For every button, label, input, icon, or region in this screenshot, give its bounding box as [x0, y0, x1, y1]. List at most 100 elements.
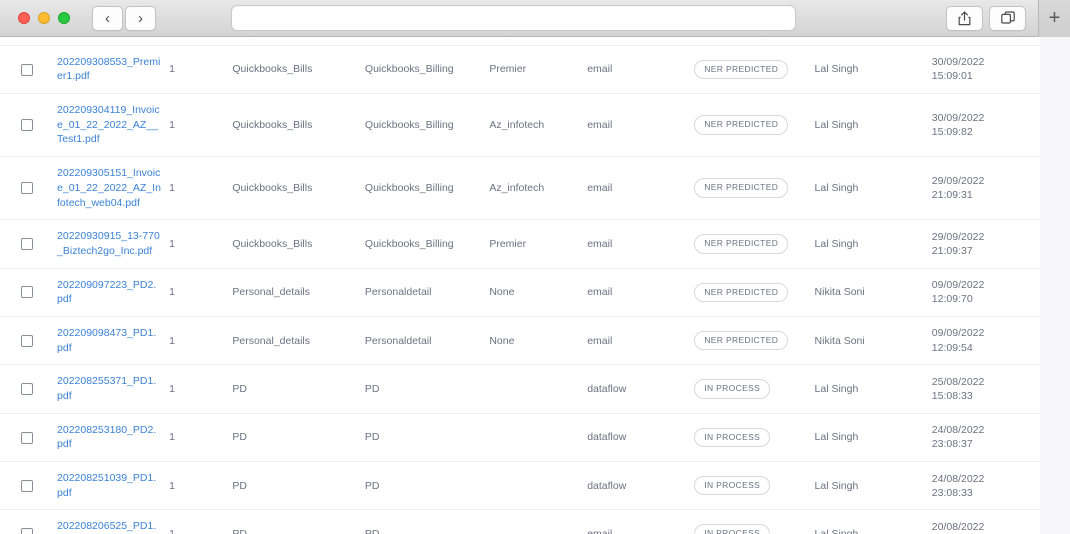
row-checkbox[interactable] [21, 480, 33, 492]
table-row[interactable]: 202209098473_PD1.pdf1Personal_detailsPer… [0, 316, 1040, 364]
tag-cell [485, 413, 583, 461]
user-cell [811, 37, 928, 45]
documents-table: _Infotech_test.pdf09:10:08202209308553_P… [0, 37, 1040, 534]
filename-link[interactable]: 202208251039_PD1.pdf [57, 471, 161, 500]
pages-cell: 1 [165, 157, 228, 220]
filename-link[interactable]: 202209305151_Invoice_01_22_2022_AZ_Infot… [57, 166, 161, 210]
filename-link[interactable]: 202208253180_PD2.pdf [57, 423, 161, 452]
table-row[interactable]: 202209305151_Invoice_01_22_2022_AZ_Infot… [0, 157, 1040, 220]
category-cell: Personal_details [228, 268, 361, 316]
filename-cell: 202209305151_Invoice_01_22_2022_AZ_Infot… [53, 157, 165, 220]
timestamp-cell: 30/09/2022 15:09:82 [928, 94, 1040, 157]
status-badge[interactable]: NER PREDICTED [694, 178, 788, 197]
source-cell: email [583, 45, 690, 93]
pages-cell: 1 [165, 94, 228, 157]
pages-cell: 1 [165, 365, 228, 413]
tag-cell [485, 510, 583, 534]
status-cell: NER PREDICTED [690, 316, 810, 364]
status-badge[interactable]: NER PREDICTED [694, 331, 788, 350]
row-checkbox[interactable] [21, 383, 33, 395]
table-row[interactable]: 202209308553_Premier1.pdf1Quickbooks_Bil… [0, 45, 1040, 93]
status-badge[interactable]: IN PROCESS [694, 379, 770, 398]
timestamp-cell: 29/09/2022 21:09:37 [928, 220, 1040, 268]
category-cell: Personal_details [228, 316, 361, 364]
filename-link[interactable]: 202208255371_PD1.pdf [57, 374, 161, 403]
filename-cell: 202209098473_PD1.pdf [53, 316, 165, 364]
pages-cell: 1 [165, 510, 228, 534]
source-cell: email [583, 157, 690, 220]
document-list-page: _Infotech_test.pdf09:10:08202209308553_P… [0, 37, 1040, 534]
tag-cell: Premier [485, 45, 583, 93]
table-row[interactable]: 20220930915_13-770_Biztech2go_Inc.pdf1Qu… [0, 220, 1040, 268]
plus-icon: + [1049, 7, 1061, 30]
timestamp-cell: 29/09/2022 21:09:31 [928, 157, 1040, 220]
row-checkbox[interactable] [21, 119, 33, 131]
navigation-buttons: ‹ › [92, 6, 156, 31]
row-checkbox-cell [0, 268, 53, 316]
row-checkbox[interactable] [21, 64, 33, 76]
category-cell: Quickbooks_Bills [228, 157, 361, 220]
window-traffic-lights [18, 12, 70, 24]
forward-button[interactable]: › [125, 6, 156, 31]
subcategory-cell: Quickbooks_Billing [361, 157, 485, 220]
page-viewport[interactable]: _Infotech_test.pdf09:10:08202209308553_P… [0, 37, 1070, 534]
status-badge[interactable]: NER PREDICTED [694, 60, 788, 79]
table-row[interactable]: 202209097223_PD2.pdf1Personal_detailsPer… [0, 268, 1040, 316]
new-tab-button[interactable]: + [1038, 0, 1070, 37]
filename-link[interactable]: 202208206525_PD1.pdf [57, 519, 161, 534]
maximize-window-button[interactable] [58, 12, 70, 24]
close-window-button[interactable] [18, 12, 30, 24]
row-checkbox[interactable] [21, 182, 33, 194]
timestamp-cell: 20/08/2022 13:08:95 [928, 510, 1040, 534]
filename-cell: 202209304119_Invoice_01_22_2022_AZ__Test… [53, 94, 165, 157]
row-checkbox[interactable] [21, 528, 33, 534]
status-cell: NER PREDICTED [690, 45, 810, 93]
address-input[interactable] [240, 10, 787, 26]
table-row[interactable]: 202208251039_PD1.pdf1PDPDdataflowIN PROC… [0, 462, 1040, 510]
row-checkbox[interactable] [21, 335, 33, 347]
tag-cell: None [485, 316, 583, 364]
category-cell: Quickbooks_Bills [228, 220, 361, 268]
user-cell: Lal Singh [811, 462, 928, 510]
filename-link[interactable]: 202209098473_PD1.pdf [57, 326, 161, 355]
row-checkbox-cell [0, 510, 53, 534]
minimize-window-button[interactable] [38, 12, 50, 24]
row-checkbox[interactable] [21, 286, 33, 298]
status-badge[interactable]: NER PREDICTED [694, 234, 788, 253]
row-checkbox[interactable] [21, 432, 33, 444]
timestamp-cell: 25/08/2022 15:08:33 [928, 365, 1040, 413]
status-badge[interactable]: NER PREDICTED [694, 283, 788, 302]
category-cell: PD [228, 510, 361, 534]
source-cell: email [583, 316, 690, 364]
user-cell: Lal Singh [811, 45, 928, 93]
table-row[interactable]: 202208206525_PD1.pdf1PDPDemailIN PROCESS… [0, 510, 1040, 534]
table-row[interactable]: _Infotech_test.pdf09:10:08 [0, 37, 1040, 45]
status-badge[interactable]: NER PREDICTED [694, 115, 788, 134]
row-checkbox[interactable] [21, 238, 33, 250]
status-badge[interactable]: IN PROCESS [694, 476, 770, 495]
timestamp-cell: 09:10:08 [928, 37, 1040, 45]
category-cell: Quickbooks_Bills [228, 45, 361, 93]
filename-link[interactable]: 202209308553_Premier1.pdf [57, 55, 161, 84]
address-bar[interactable] [231, 5, 796, 31]
source-cell: dataflow [583, 462, 690, 510]
table-row[interactable]: 202208255371_PD1.pdf1PDPDdataflowIN PROC… [0, 365, 1040, 413]
subcategory-cell: Quickbooks_Billing [361, 45, 485, 93]
table-row[interactable]: 202208253180_PD2.pdf1PDPDdataflowIN PROC… [0, 413, 1040, 461]
share-button[interactable] [946, 6, 983, 31]
show-tabs-button[interactable] [989, 6, 1026, 31]
row-checkbox-cell [0, 316, 53, 364]
back-button[interactable]: ‹ [92, 6, 123, 31]
timestamp-cell: 24/08/2022 23:08:37 [928, 413, 1040, 461]
status-badge[interactable]: IN PROCESS [694, 428, 770, 447]
table-row[interactable]: 202209304119_Invoice_01_22_2022_AZ__Test… [0, 94, 1040, 157]
status-cell: IN PROCESS [690, 365, 810, 413]
filename-link[interactable]: 202209304119_Invoice_01_22_2022_AZ__Test… [57, 103, 161, 147]
filename-link[interactable]: 20220930915_13-770_Biztech2go_Inc.pdf [57, 229, 161, 258]
status-badge[interactable]: IN PROCESS [694, 524, 770, 534]
user-cell: Lal Singh [811, 413, 928, 461]
source-cell: email [583, 220, 690, 268]
category-cell: Quickbooks_Bills [228, 94, 361, 157]
filename-link[interactable]: 202209097223_PD2.pdf [57, 278, 161, 307]
subcategory-cell: PD [361, 413, 485, 461]
